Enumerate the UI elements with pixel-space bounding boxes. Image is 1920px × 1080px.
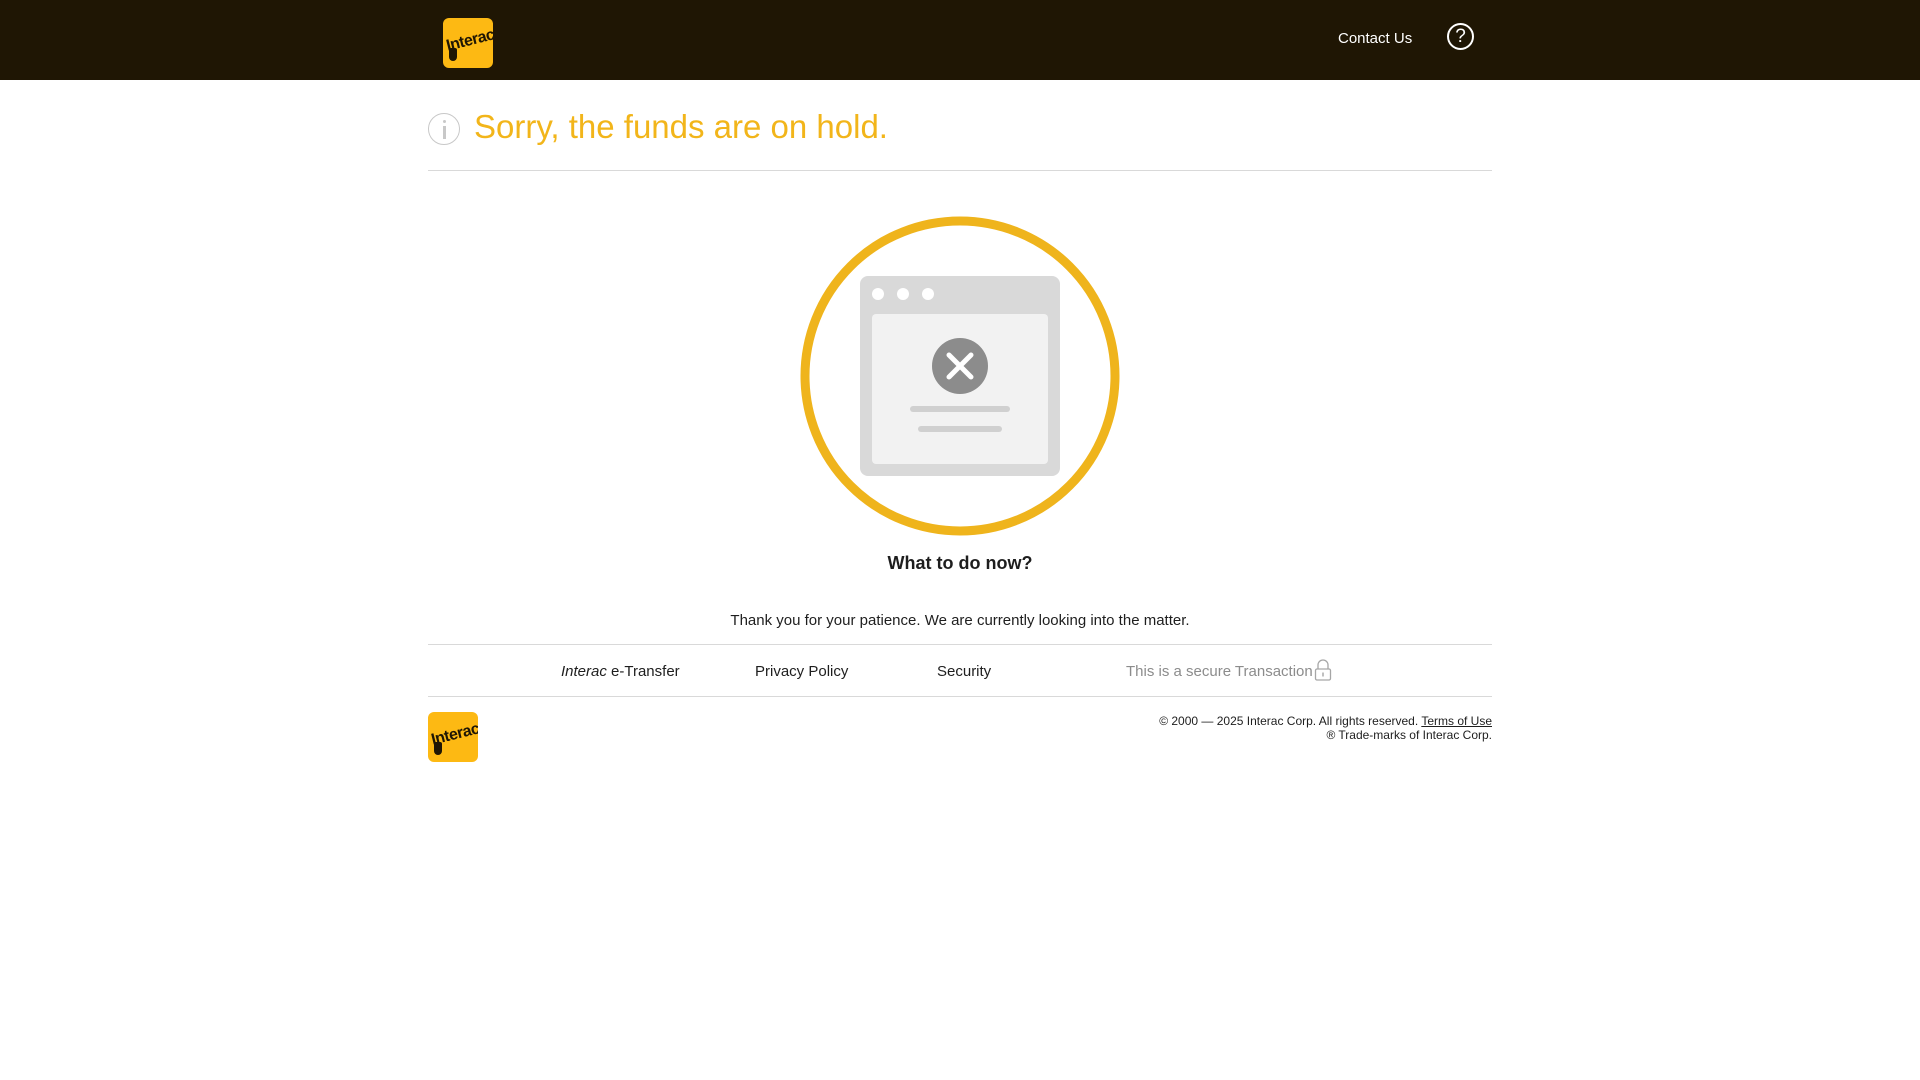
security-link[interactable]: Security (937, 663, 991, 680)
info-icon-bar (443, 126, 446, 139)
secure-transaction-text: This is a secure Transaction (1126, 663, 1313, 680)
info-icon-dot (443, 120, 446, 123)
info-icon (428, 113, 460, 145)
terms-of-use-link[interactable]: Terms of Use (1421, 714, 1492, 728)
logo-hand-mark (434, 742, 442, 755)
lock-icon (1314, 659, 1332, 681)
window-dot (897, 288, 909, 300)
interac-logo[interactable]: Interac (443, 18, 493, 68)
page-title: Sorry, the funds are on hold. (474, 108, 888, 145)
top-bar: Interac Contact Us ? (0, 0, 1920, 80)
logo-hand-mark (449, 48, 457, 61)
section-heading: What to do now? (887, 553, 1033, 573)
patience-message: Thank you for your patience. We are curr… (730, 612, 1190, 629)
status-header: Sorry, the funds are on hold. (428, 108, 1492, 171)
footer-interac-logo: Interac (428, 712, 478, 762)
copyright-block: © 2000 — 2025 Interac Corp. All rights r… (1000, 714, 1492, 742)
window-dot (922, 288, 934, 300)
etransfer-brand: Interac (561, 663, 607, 680)
etransfer-suffix: e-Transfer (606, 663, 680, 680)
privacy-policy-link[interactable]: Privacy Policy (755, 663, 848, 680)
etransfer-link[interactable]: Interac e-Transfer (561, 663, 680, 680)
question-circle-icon[interactable]: ? (1447, 23, 1474, 50)
footer-nav: Interac e-Transfer Privacy Policy Securi… (428, 644, 1492, 697)
contact-us-link[interactable]: Contact Us (1338, 30, 1412, 47)
content-line (918, 426, 1002, 432)
copyright-text: © 2000 — 2025 Interac Corp. All rights r… (1159, 714, 1419, 728)
window-dot (872, 288, 884, 300)
trademark-text: ® Trade-marks of Interac Corp. (1326, 728, 1492, 742)
content-line (910, 406, 1010, 412)
browser-error-icon (800, 216, 1120, 536)
